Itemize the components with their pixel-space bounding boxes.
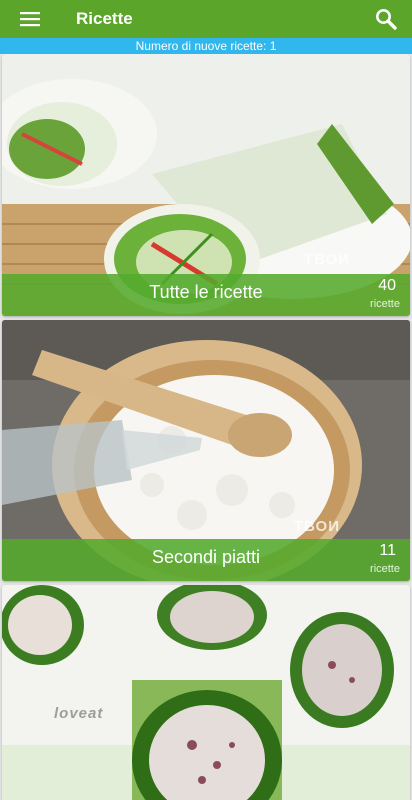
photo-watermark: ТВОИ bbox=[293, 518, 340, 535]
category-card-cucumber-rolls[interactable]: loveat bbox=[2, 585, 410, 800]
category-card-all-recipes[interactable]: ТВОИ Tutte le ricette 40 ricette bbox=[2, 54, 410, 316]
category-caption: Secondi piatti 11 ricette bbox=[2, 539, 410, 581]
category-name: Tutte le ricette bbox=[149, 282, 263, 302]
page-title: Ricette bbox=[76, 9, 133, 28]
category-name: Secondi piatti bbox=[151, 547, 261, 567]
recipe-count: 40 bbox=[378, 277, 396, 294]
category-card-secondi-piatti[interactable]: ТВОИ Secondi piatti 11 ricette bbox=[2, 320, 410, 581]
category-caption: Tutte le ricette 40 ricette bbox=[2, 274, 410, 316]
search-icon bbox=[376, 9, 397, 30]
cucumber-rolls-photo bbox=[2, 585, 410, 800]
app-bar: Ricette bbox=[0, 0, 412, 38]
photo-watermark: ТВОИ bbox=[303, 251, 350, 268]
search-button[interactable] bbox=[374, 7, 398, 31]
recipe-count-unit: ricette bbox=[370, 563, 400, 575]
hamburger-menu-icon bbox=[20, 12, 40, 27]
new-recipes-banner: Numero di nuove ricette: 1 bbox=[0, 38, 412, 54]
category-list: ТВОИ Tutte le ricette 40 ricette ТВОИ Se… bbox=[0, 54, 412, 800]
recipe-count: 11 bbox=[379, 542, 396, 559]
recipe-count-unit: ricette bbox=[370, 298, 400, 310]
menu-button[interactable] bbox=[0, 0, 60, 38]
photo-watermark: loveat bbox=[54, 705, 104, 722]
